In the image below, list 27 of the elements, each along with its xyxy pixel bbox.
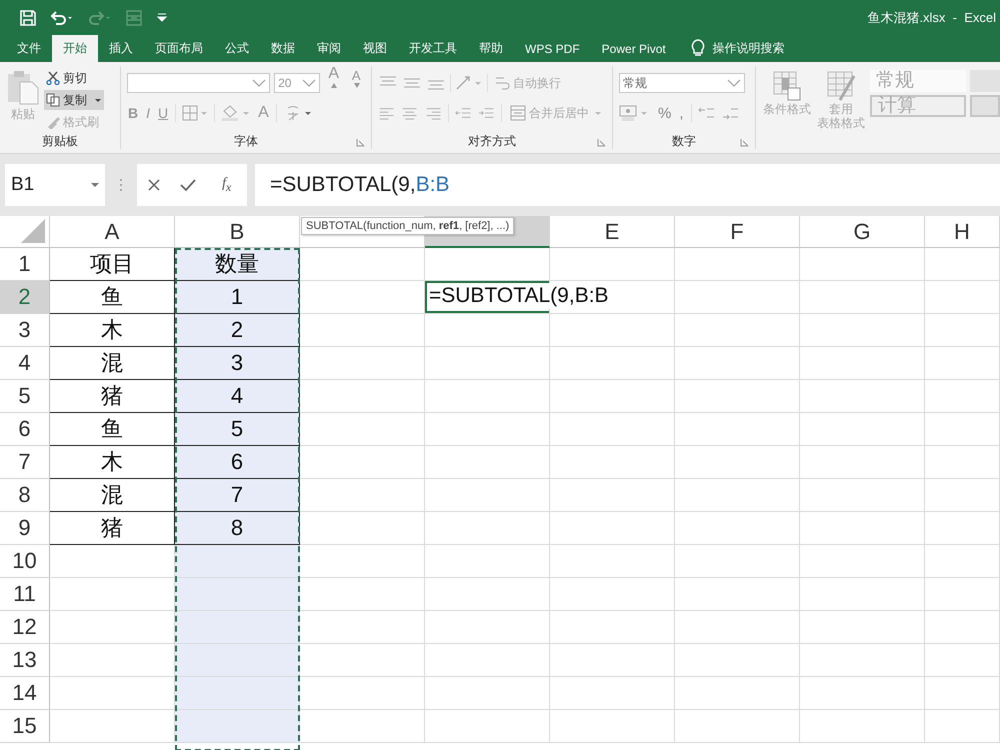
table-cell: 8	[175, 512, 300, 545]
table-cell: 项目	[50, 248, 175, 281]
table-cell: 7	[175, 479, 300, 512]
table-cell: 数量	[175, 248, 300, 281]
group-label: 字体	[234, 133, 258, 149]
cell-reference: B1	[11, 174, 34, 196]
table-cell: 鱼	[50, 281, 175, 314]
table-cell: 混	[50, 479, 175, 512]
table-cell: 木	[50, 314, 175, 347]
group-label: 剪贴板	[42, 133, 78, 149]
table-cell: 猪	[50, 512, 175, 545]
font-size-value: 20	[278, 76, 292, 90]
table-cell: 5	[175, 413, 300, 446]
function-tooltip: SUBTOTAL(function_num, ref1, [ref2], ...)	[301, 217, 514, 235]
table-cell: 3	[175, 347, 300, 380]
table-cell: 鱼	[50, 413, 175, 446]
table-cell: 混	[50, 347, 175, 380]
table-cell: 1	[175, 281, 300, 314]
group-label: 对齐方式	[468, 133, 516, 149]
group-label: 数字	[672, 133, 696, 149]
table-cell: 4	[175, 380, 300, 413]
number-format-value: 常规	[623, 74, 647, 92]
table-cell: 6	[175, 446, 300, 479]
window-title: 鱼木混猪.xlsx - Excel	[867, 8, 996, 26]
table-cell: 2	[175, 314, 300, 347]
table-cell: 猪	[50, 380, 175, 413]
table-cell: 木	[50, 446, 175, 479]
